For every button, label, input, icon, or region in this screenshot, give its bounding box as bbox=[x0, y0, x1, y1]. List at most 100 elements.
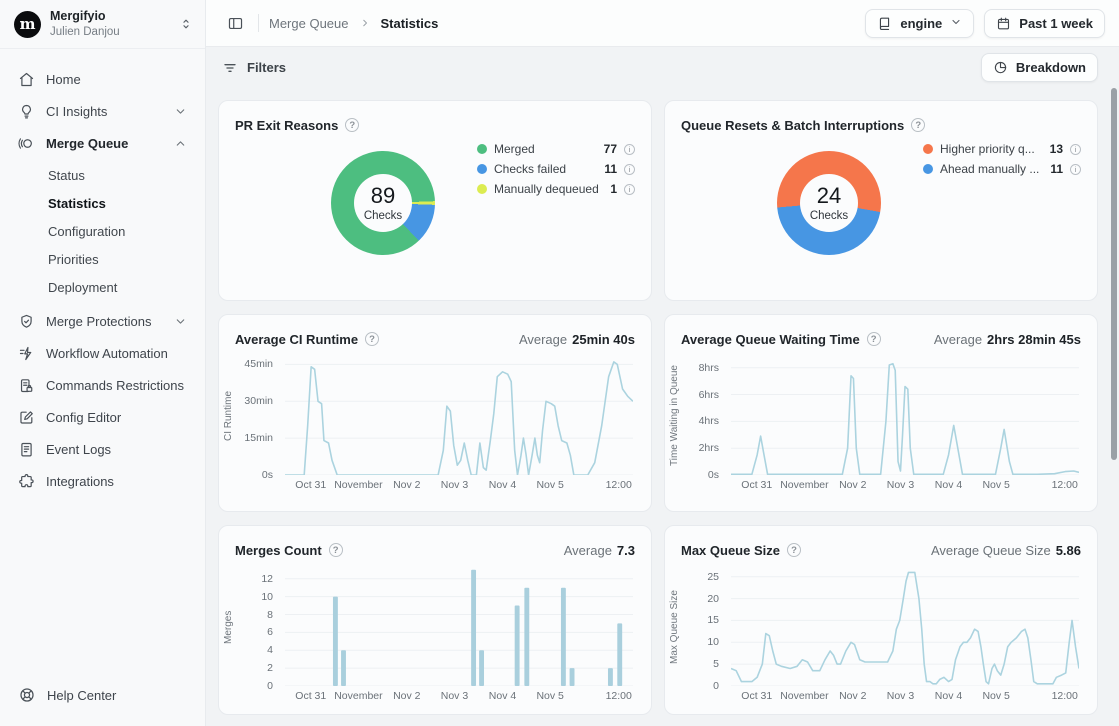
legend-item[interactable]: Checks failed11i bbox=[477, 159, 635, 179]
sidebar-item-label: CI Insights bbox=[46, 104, 107, 119]
help-center-link[interactable]: Help Center bbox=[0, 686, 205, 726]
y-tick-label: 5 bbox=[713, 658, 719, 670]
card-average-ci-runtime: Average CI Runtime ? Average25min 40s CI… bbox=[218, 314, 652, 512]
x-tick-label: Nov 5 bbox=[536, 690, 563, 702]
cards-grid: PR Exit Reasons ? 89 Checks Merged77iChe… bbox=[206, 88, 1119, 726]
sidebar-item-priorities[interactable]: Priorities bbox=[10, 245, 195, 273]
info-icon[interactable]: i bbox=[624, 184, 635, 195]
filters-label: Filters bbox=[247, 60, 286, 75]
sidebar-item-merge-queue[interactable]: Merge Queue bbox=[10, 127, 195, 159]
x-tick-label: Nov 4 bbox=[489, 690, 516, 702]
x-tick-label: 12:00 bbox=[1052, 690, 1078, 702]
org-switcher[interactable]: m Mergifyio Julien Danjou bbox=[0, 0, 205, 49]
x-tick-label: Nov 2 bbox=[839, 690, 866, 702]
y-tick-label: 25 bbox=[707, 571, 719, 583]
donut-center-label: Checks bbox=[364, 210, 402, 222]
info-icon[interactable]: i bbox=[1070, 144, 1081, 155]
y-tick-label: 10 bbox=[261, 591, 273, 603]
y-tick-label: 45min bbox=[244, 358, 273, 370]
y-tick-label: 0 bbox=[713, 680, 719, 692]
info-icon[interactable]: i bbox=[624, 164, 635, 175]
shield-icon bbox=[18, 313, 35, 330]
sidebar-item-label: Workflow Automation bbox=[46, 346, 168, 361]
info-icon[interactable]: i bbox=[624, 144, 635, 155]
donut-center-value: 89 bbox=[371, 184, 395, 208]
card-average-stat: Average Queue Size5.86 bbox=[931, 543, 1081, 558]
sidebar-toggle-icon[interactable] bbox=[222, 10, 248, 36]
x-tick-label: Nov 3 bbox=[441, 479, 468, 491]
y-axis-title: Merges bbox=[223, 568, 234, 686]
sidebar-item-commands-restrictions[interactable]: Commands Restrictions bbox=[10, 369, 195, 401]
x-tick-label: November bbox=[780, 690, 828, 702]
x-tick-label: Nov 2 bbox=[393, 690, 420, 702]
sidebar-item-merge-protections[interactable]: Merge Protections bbox=[10, 305, 195, 337]
legend-item[interactable]: Manually dequeued1i bbox=[477, 179, 635, 199]
sidebar-item-label: Commands Restrictions bbox=[46, 378, 184, 393]
date-range-button[interactable]: Past 1 week bbox=[984, 9, 1105, 38]
breadcrumb-parent[interactable]: Merge Queue bbox=[269, 16, 349, 31]
x-tick-label: Nov 4 bbox=[489, 479, 516, 491]
legend-item[interactable]: Ahead manually ...11i bbox=[923, 159, 1081, 179]
sidebar-item-workflow-automation[interactable]: Workflow Automation bbox=[10, 337, 195, 369]
help-icon[interactable]: ? bbox=[787, 543, 801, 557]
chart-legend: Higher priority q...13iAhead manually ..… bbox=[923, 139, 1081, 179]
legend-label: Ahead manually ... bbox=[940, 162, 1043, 176]
sidebar-item-event-logs[interactable]: Event Logs bbox=[10, 433, 195, 465]
filters-button[interactable]: Filters bbox=[222, 60, 286, 76]
y-tick-label: 0s bbox=[262, 469, 273, 481]
help-icon[interactable]: ? bbox=[345, 118, 359, 132]
legend-label: Checks failed bbox=[494, 162, 597, 176]
x-tick-label: Nov 5 bbox=[982, 479, 1009, 491]
sidebar-item-label: Merge Queue bbox=[46, 136, 128, 151]
repository-select[interactable]: engine bbox=[865, 9, 974, 38]
sidebar-item-statistics[interactable]: Statistics bbox=[10, 189, 195, 217]
sidebar-item-deployment[interactable]: Deployment bbox=[10, 273, 195, 301]
legend-dot bbox=[477, 144, 487, 154]
y-tick-label: 6hrs bbox=[699, 389, 719, 401]
legend-item[interactable]: Higher priority q...13i bbox=[923, 139, 1081, 159]
card-average-queue-waiting-time: Average Queue Waiting Time ? Average2hrs… bbox=[664, 314, 1098, 512]
ci-runtime-line-chart bbox=[285, 357, 633, 475]
sidebar-item-label: Home bbox=[46, 72, 81, 87]
calendar-icon bbox=[996, 16, 1011, 31]
help-icon[interactable]: ? bbox=[329, 543, 343, 557]
y-tick-label: 30min bbox=[244, 395, 273, 407]
sidebar-item-integrations[interactable]: Integrations bbox=[10, 465, 195, 497]
sidebar-item-status[interactable]: Status bbox=[10, 161, 195, 189]
sidebar-item-label: Integrations bbox=[46, 474, 114, 489]
lifebuoy-icon bbox=[18, 686, 36, 704]
y-axis-title: Max Queue Size bbox=[669, 568, 680, 686]
x-tick-label: Nov 2 bbox=[839, 479, 866, 491]
y-tick-label: 15 bbox=[707, 614, 719, 626]
help-icon[interactable]: ? bbox=[867, 332, 881, 346]
document-icon bbox=[18, 441, 35, 458]
help-icon[interactable]: ? bbox=[911, 118, 925, 132]
breakdown-button[interactable]: Breakdown bbox=[981, 53, 1098, 82]
help-center-label: Help Center bbox=[47, 688, 116, 703]
card-queue-resets: Queue Resets & Batch Interruptions ? 24 … bbox=[664, 100, 1098, 301]
legend-label: Manually dequeued bbox=[494, 182, 603, 196]
y-tick-label: 20 bbox=[707, 593, 719, 605]
sidebar-item-config-editor[interactable]: Config Editor bbox=[10, 401, 195, 433]
help-icon[interactable]: ? bbox=[365, 332, 379, 346]
legend-dot bbox=[477, 164, 487, 174]
queue-waiting-line-chart bbox=[731, 357, 1079, 475]
info-icon[interactable]: i bbox=[1070, 164, 1081, 175]
y-tick-label: 4hrs bbox=[699, 415, 719, 427]
sidebar-item-ci-insights[interactable]: CI Insights bbox=[10, 95, 195, 127]
sidebar-item-home[interactable]: Home bbox=[10, 63, 195, 95]
sidebar-nav: Home CI Insights Merge Queue StatusStatisti… bbox=[0, 49, 205, 501]
x-tick-label: Oct 31 bbox=[295, 479, 326, 491]
card-title: Merges Count bbox=[235, 543, 322, 558]
x-tick-label: Oct 31 bbox=[741, 479, 772, 491]
sidebar-item-configuration[interactable]: Configuration bbox=[10, 217, 195, 245]
legend-item[interactable]: Merged77i bbox=[477, 139, 635, 159]
legend-value: 13 bbox=[1050, 142, 1063, 156]
puzzle-icon bbox=[18, 473, 35, 490]
x-tick-label: Nov 5 bbox=[536, 479, 563, 491]
card-max-queue-size: Max Queue Size ? Average Queue Size5.86 … bbox=[664, 525, 1098, 715]
chevron-updown-icon bbox=[179, 17, 193, 31]
scrollbar-thumb[interactable] bbox=[1111, 88, 1117, 460]
y-axis-title: CI Runtime bbox=[223, 357, 234, 475]
y-tick-label: 0s bbox=[708, 469, 719, 481]
